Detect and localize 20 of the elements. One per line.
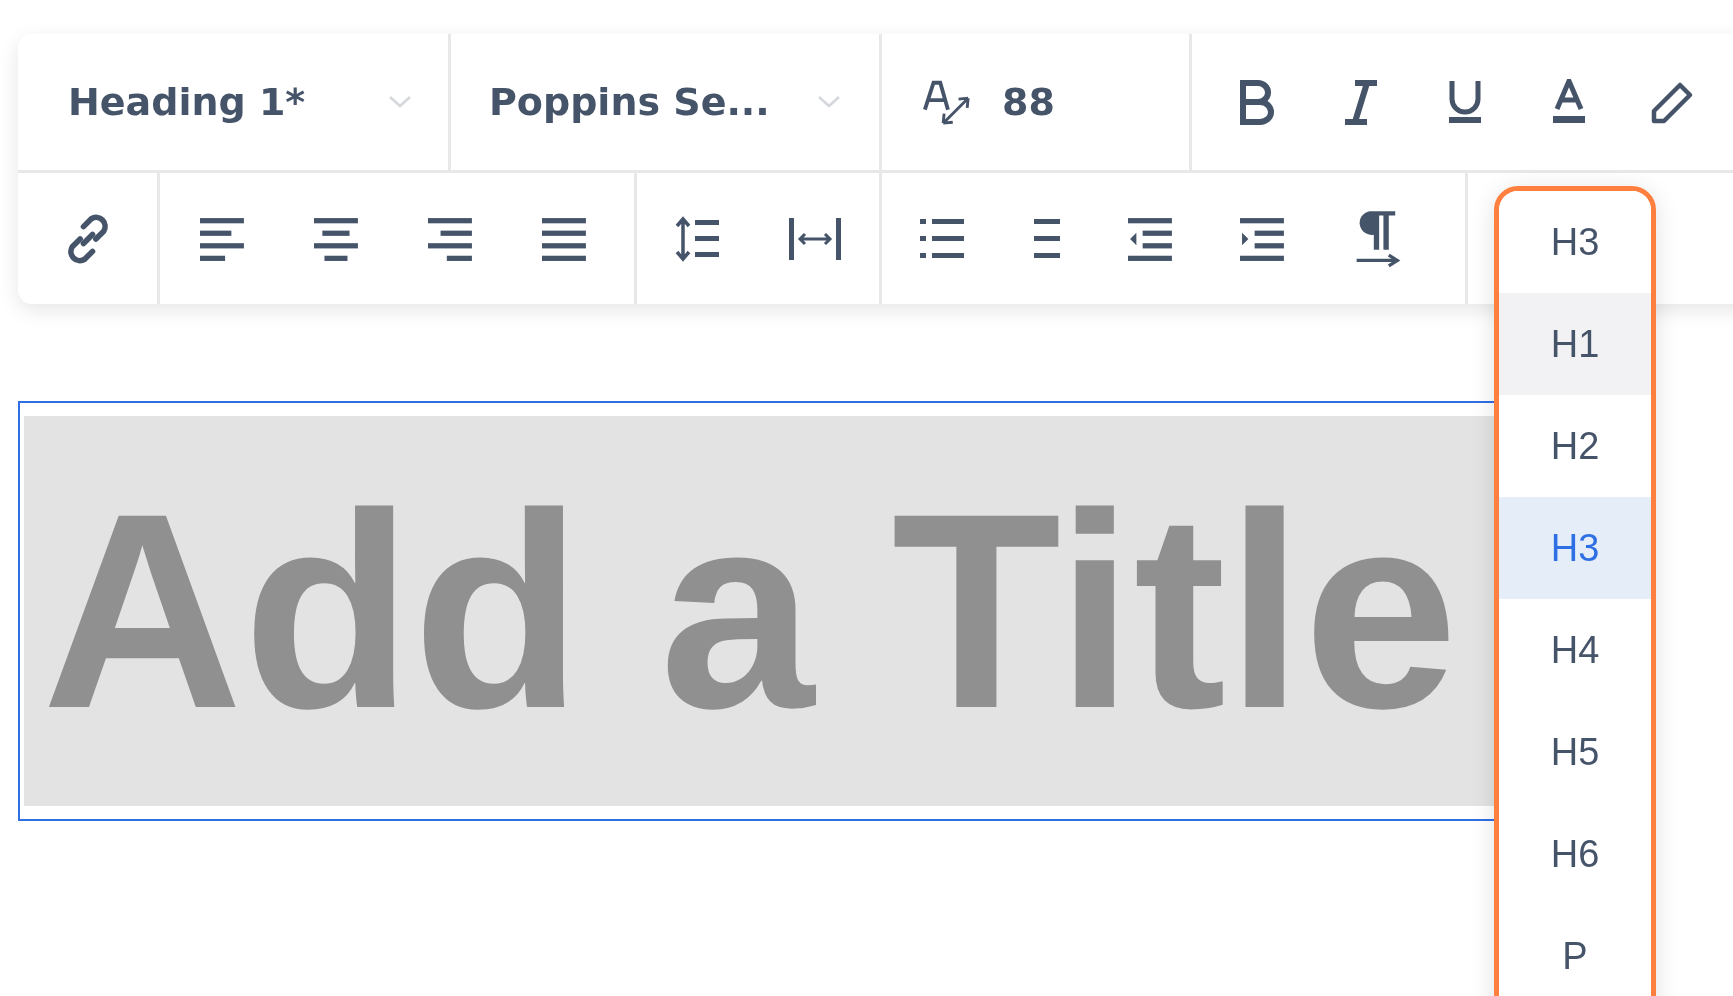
- chevron-down-icon: [817, 95, 841, 109]
- heading-level-option[interactable]: H5: [1499, 701, 1651, 803]
- heading-level-option[interactable]: H3: [1499, 497, 1651, 599]
- increase-indent-icon[interactable]: [1240, 215, 1286, 262]
- justify-icon[interactable]: [542, 215, 588, 262]
- heading-level-current[interactable]: H3: [1499, 191, 1651, 293]
- align-right-icon[interactable]: [428, 215, 474, 262]
- decrease-indent-icon[interactable]: [1128, 215, 1174, 262]
- chevron-down-icon: [388, 95, 412, 109]
- align-center-icon[interactable]: [314, 215, 360, 262]
- heading-level-option[interactable]: P: [1499, 905, 1651, 996]
- text-style-dropdown[interactable]: Heading 1*: [68, 80, 306, 124]
- heading-level-option[interactable]: H1: [1499, 293, 1651, 395]
- heading-level-option[interactable]: H4: [1499, 599, 1651, 701]
- font-dropdown[interactable]: Poppins Se...: [489, 80, 770, 124]
- heading-level-option[interactable]: H2: [1499, 395, 1651, 497]
- title-placeholder-text: Add a Title: [41, 472, 1458, 750]
- align-left-icon[interactable]: [200, 215, 246, 262]
- heading-level-option[interactable]: H6: [1499, 803, 1651, 905]
- line-spacing-icon[interactable]: [675, 215, 721, 262]
